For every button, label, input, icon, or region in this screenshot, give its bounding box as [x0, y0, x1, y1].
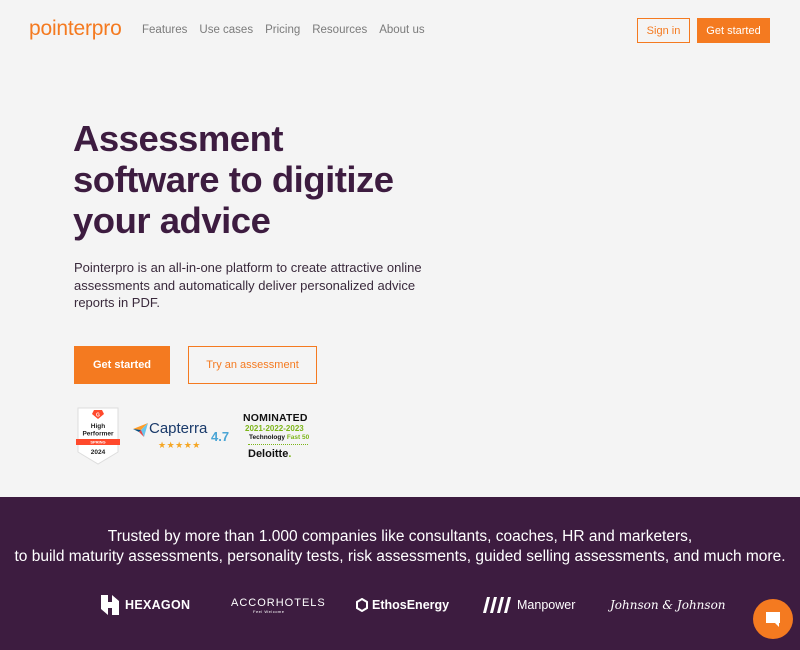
deloitte-dot: .: [288, 448, 292, 460]
g2-line1: High: [91, 423, 105, 430]
g2-badge-shape: G High Performer SPRING 2024: [76, 407, 120, 465]
hero-title-line: Assessment: [73, 118, 284, 159]
ethos-text: EthosEnergy: [372, 598, 450, 612]
ethos-mark-icon: [356, 598, 368, 612]
manpower-text: Manpower: [517, 598, 576, 612]
trust-section: [0, 497, 800, 650]
sign-in-button[interactable]: Sign in: [637, 18, 690, 43]
capterra-name: Capterra: [149, 420, 208, 437]
header-get-started-button[interactable]: Get started: [697, 18, 770, 43]
capterra-score: 4.7: [211, 429, 230, 444]
hero-title-line: software to digitize: [73, 159, 394, 200]
hero-title-line: your advice: [73, 200, 271, 241]
try-assessment-button[interactable]: Try an assessment: [188, 346, 317, 384]
hexagon-mark-icon: [101, 595, 119, 615]
g2-high-performer-badge: G High Performer SPRING 2024: [75, 406, 121, 466]
capterra-stars: ★★★★★: [158, 440, 201, 450]
accorhotels-logo: ACCORHOTELS Feel Welcome: [231, 592, 326, 618]
deloitte-name: Deloitte: [248, 448, 289, 460]
svg-text:G: G: [96, 413, 100, 419]
deloitte-nominated: NOMINATED: [243, 412, 308, 424]
g2-line2: Performer: [82, 431, 114, 438]
hexagon-logo: HEXAGON: [99, 592, 190, 618]
capterra-logo-icon: [133, 423, 148, 437]
capterra-rating-badge: Capterra ★★★★★ 4.7: [133, 420, 233, 454]
deloitte-tech: Technology: [249, 434, 285, 441]
accor-text: ACCORHOTELS: [231, 596, 326, 609]
deloitte-fast50-badge: NOMINATED 2021-2022-2023 Technology Fast…: [243, 412, 313, 464]
deloitte-divider: [248, 444, 308, 445]
hero-get-started-button[interactable]: Get started: [74, 346, 170, 384]
johnson-and-johnson-logo: Johnson & Johnson: [610, 598, 726, 612]
manpower-logo: Manpower: [481, 592, 575, 618]
ethosenergy-logo: EthosEnergy: [355, 592, 449, 618]
accor-tagline: Feel Welcome: [253, 608, 285, 614]
nav-resources[interactable]: Resources: [312, 24, 367, 36]
trust-headline-line2: to build maturity assessments, personali…: [14, 548, 786, 565]
nav-features[interactable]: Features: [142, 24, 187, 36]
main-nav: Features Use cases Pricing Resources Abo…: [142, 24, 437, 36]
nav-pricing[interactable]: Pricing: [265, 24, 300, 36]
nav-about-us[interactable]: About us: [379, 24, 424, 36]
hero-description: Pointerpro is an all-in-one platform to …: [74, 260, 422, 310]
nav-use-cases[interactable]: Use cases: [199, 24, 253, 36]
g2-ribbon: SPRING: [90, 440, 105, 445]
hexagon-text: HEXAGON: [125, 598, 191, 612]
g2-year: 2024: [91, 449, 106, 456]
site-header: pointerpro Features Use cases Pricing Re…: [0, 0, 800, 62]
manpower-mark-icon: [483, 597, 511, 613]
deloitte-years: 2021-2022-2023: [245, 424, 304, 433]
chat-icon: [766, 612, 780, 627]
pointerpro-logo[interactable]: pointerpro: [29, 17, 122, 41]
chat-launcher-button[interactable]: [753, 599, 793, 639]
hero-title: Assessment software to digitize your adv…: [73, 118, 433, 241]
deloitte-wordmark: Deloitte.: [248, 448, 291, 460]
trust-headline-line1: Trusted by more than 1.000 companies lik…: [107, 528, 693, 545]
deloitte-fast50: Fast 50: [286, 434, 310, 441]
deloitte-tech-line: Technology Fast 50: [249, 434, 309, 441]
